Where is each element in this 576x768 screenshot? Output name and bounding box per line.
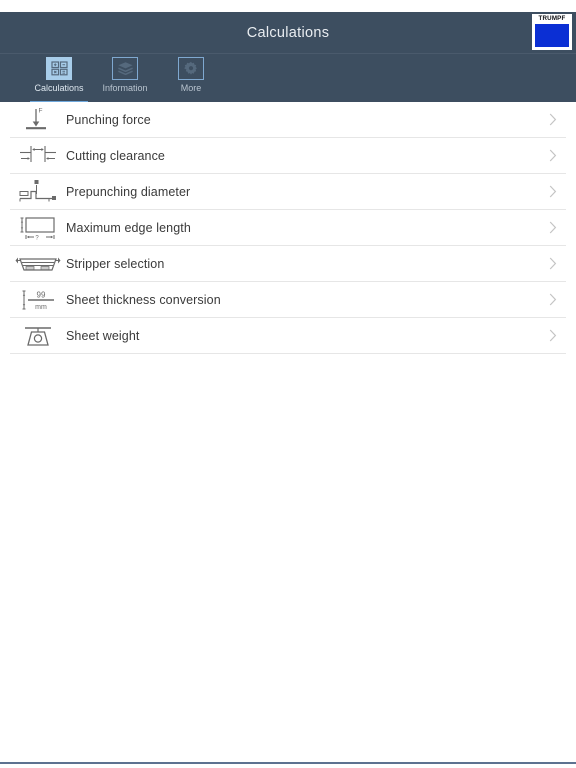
list-item[interactable]: ? Maximum edge length <box>10 210 566 246</box>
tab-bar: Calculations Information More <box>0 53 576 103</box>
tab-label-calculations: Calculations <box>34 83 84 93</box>
prepunching-diameter-icon <box>10 174 66 210</box>
chevron-right-icon <box>540 329 566 342</box>
tab-information[interactable]: Information <box>92 54 158 103</box>
home-indicator <box>0 762 576 764</box>
chevron-right-icon <box>540 185 566 198</box>
svg-text:99: 99 <box>37 290 46 299</box>
list-item[interactable]: 99 mm Sheet thickness conversion <box>10 282 566 318</box>
svg-text:F: F <box>39 107 43 114</box>
gear-icon <box>178 57 204 80</box>
chevron-right-icon <box>540 293 566 306</box>
sheet-thickness-icon: 99 mm <box>10 282 66 318</box>
tab-label-more: More <box>180 83 202 93</box>
layers-icon <box>112 57 138 80</box>
app-header: Calculations TRUMPF <box>0 12 576 53</box>
svg-text:?: ? <box>35 235 39 241</box>
list-item[interactable]: Sheet weight <box>10 318 566 354</box>
page-title: Calculations <box>246 24 330 41</box>
punching-force-icon: F <box>10 102 66 138</box>
maximum-edge-length-icon: ? <box>10 210 66 246</box>
tab-more[interactable]: More <box>158 54 224 103</box>
list-item-label: Maximum edge length <box>66 220 191 235</box>
svg-text:mm: mm <box>35 304 47 311</box>
list-item-label: Sheet thickness conversion <box>66 292 221 307</box>
calculations-list: F Punching force Cutting clearance Prepu… <box>0 102 576 354</box>
list-item-label: Sheet weight <box>66 328 140 343</box>
stripper-selection-icon <box>10 246 66 282</box>
list-item-label: Cutting clearance <box>66 148 165 163</box>
app-root: Calculations TRUMPF Calculations Informa… <box>0 0 576 768</box>
trumpf-logo: TRUMPF <box>532 14 572 50</box>
list-item-label: Stripper selection <box>66 256 165 271</box>
cutting-clearance-icon <box>10 138 66 174</box>
calculator-icon <box>46 57 72 80</box>
sheet-weight-icon <box>10 318 66 354</box>
brand-square <box>535 24 569 47</box>
tab-label-information: Information <box>102 83 148 93</box>
chevron-right-icon <box>540 221 566 234</box>
list-item-label: Punching force <box>66 112 151 127</box>
list-item[interactable]: F Punching force <box>10 102 566 138</box>
chevron-right-icon <box>540 113 566 126</box>
chevron-right-icon <box>540 257 566 270</box>
list-item[interactable]: Prepunching diameter <box>10 174 566 210</box>
brand-wordmark: TRUMPF <box>538 15 566 22</box>
tab-calculations[interactable]: Calculations <box>26 54 92 103</box>
list-item-label: Prepunching diameter <box>66 184 191 199</box>
chevron-right-icon <box>540 149 566 162</box>
list-item[interactable]: Stripper selection <box>10 246 566 282</box>
status-bar <box>0 0 576 12</box>
list-item[interactable]: Cutting clearance <box>10 138 566 174</box>
